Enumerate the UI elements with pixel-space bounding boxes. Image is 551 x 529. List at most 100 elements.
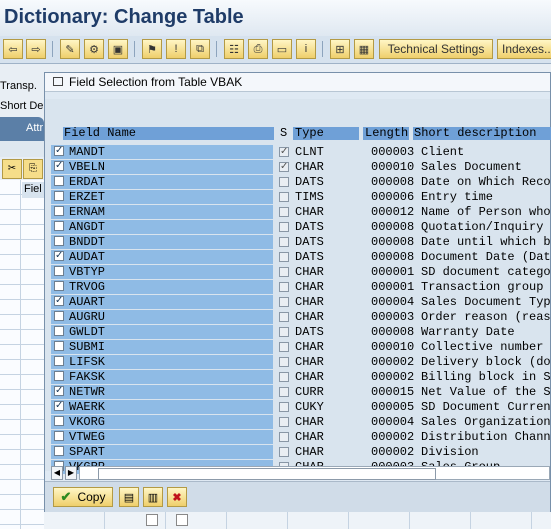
tab-attributes[interactable]: Attr (0, 117, 44, 141)
select-checkbox[interactable] (54, 431, 64, 441)
short-description-header[interactable]: Short description (413, 127, 551, 140)
table-row[interactable]: ✓ VBELN ✓ CHAR 000010 Sales Document (45, 160, 550, 175)
field-name-cell[interactable]: VKORG (51, 415, 273, 429)
field-name-cell[interactable]: ERZET (51, 190, 273, 204)
activate-icon[interactable]: ⚑ (142, 39, 162, 59)
select-checkbox[interactable] (54, 206, 64, 216)
technical-settings-button[interactable]: Technical Settings (379, 39, 493, 59)
field-name-cell[interactable]: LIFSK (51, 355, 273, 369)
field-name-header[interactable]: Field Name (63, 127, 274, 140)
field-name-cell[interactable]: FAKSK (51, 370, 273, 384)
info-icon[interactable]: i (296, 39, 316, 59)
field-name-cell[interactable]: ERNAM (51, 205, 273, 219)
select-checkbox[interactable]: ✓ (54, 296, 64, 307)
select-checkbox[interactable] (54, 311, 64, 321)
select-checkbox[interactable]: ✓ (54, 161, 64, 172)
field-name-cell[interactable]: ✓ NETWR (51, 385, 273, 399)
field-name-cell[interactable]: ✓ MANDT (51, 145, 273, 159)
window-icon[interactable]: ▭ (272, 39, 292, 59)
field-name-cell[interactable]: VTWEG (51, 430, 273, 444)
table-row[interactable]: ERNAM CHAR 000012 Name of Person who (45, 205, 551, 220)
table-row[interactable]: FAKSK CHAR 000002 Billing block in SD (45, 370, 551, 385)
copy-icon[interactable]: ⎘ (23, 159, 43, 179)
field-name-cell[interactable]: AUGRU (51, 310, 273, 324)
scroll-left-icon[interactable]: ◀ (51, 466, 63, 480)
table-row[interactable]: ERDAT DATS 000008 Date on Which Recor (45, 175, 551, 190)
cut-icon[interactable]: ✂ (2, 159, 22, 179)
table-row[interactable]: ✓ AUDAT DATS 000008 Document Date (Date (45, 250, 551, 265)
select-checkbox[interactable] (54, 446, 64, 456)
field-name: BNDDT (69, 235, 106, 249)
table-row[interactable]: ✓ AUART CHAR 000004 Sales Document Type (45, 295, 551, 310)
type-header[interactable]: Type (293, 127, 359, 140)
table-row[interactable]: ✓ MANDT ✓ CLNT 000003 Client (45, 145, 550, 160)
select-checkbox[interactable] (54, 281, 64, 291)
scroll-right-icon[interactable]: ▶ (65, 466, 77, 480)
table-row[interactable]: LIFSK CHAR 000002 Delivery block (doc (45, 355, 551, 370)
horizontal-scrollbar[interactable] (79, 466, 550, 480)
select-checkbox[interactable]: ✓ (54, 386, 64, 397)
where-used-icon[interactable]: ! (166, 39, 186, 59)
select-checkbox[interactable] (54, 191, 64, 201)
indexes-button[interactable]: Indexes... (497, 39, 551, 59)
field-name-cell[interactable]: ANGDT (51, 220, 273, 234)
select-checkbox[interactable] (54, 236, 64, 246)
table-row[interactable]: VTWEG CHAR 000002 Distribution Channe (45, 430, 551, 445)
table-row[interactable]: GWLDT DATS 000008 Warranty Date (45, 325, 550, 340)
select-checkbox[interactable] (54, 176, 64, 186)
select-checkbox[interactable] (54, 371, 64, 381)
table-row[interactable]: AUGRU CHAR 000003 Order reason (reaso (45, 310, 551, 325)
table-checkbox[interactable] (146, 514, 158, 526)
field-name-cell[interactable]: ✓ AUART (51, 295, 273, 309)
field-name-cell[interactable]: TRVOG (51, 280, 273, 294)
select-checkbox[interactable] (54, 356, 64, 366)
select-checkbox[interactable] (54, 416, 64, 426)
select-checkbox[interactable] (54, 221, 64, 231)
grid-icon[interactable]: ▦ (354, 39, 374, 59)
cancel-icon[interactable]: ✖ (167, 487, 187, 507)
field-name-cell[interactable]: VBTYP (51, 265, 273, 279)
scrollbar-thumb[interactable] (98, 468, 436, 480)
table-row[interactable]: ERZET TIMS 000006 Entry time (45, 190, 550, 205)
table-row[interactable]: SPART CHAR 000002 Division (45, 445, 550, 460)
field-name-cell[interactable]: GWLDT (51, 325, 273, 339)
table-row[interactable]: ANGDT DATS 000008 Quotation/Inquiry i (45, 220, 551, 235)
hierarchy-icon[interactable]: ⧉ (190, 39, 210, 59)
table-row[interactable]: BNDDT DATS 000008 Date until which bi (45, 235, 551, 250)
select-checkbox[interactable] (54, 266, 64, 276)
deselect-all-icon[interactable]: ▥ (143, 487, 163, 507)
object-list-icon[interactable]: ☷ (224, 39, 244, 59)
field-name-cell[interactable]: BNDDT (51, 235, 273, 249)
back-arrow-icon[interactable]: ⇦ (3, 39, 23, 59)
select-checkbox[interactable]: ✓ (54, 251, 64, 262)
length-header[interactable]: Length (363, 127, 409, 140)
table-checkbox[interactable] (176, 514, 188, 526)
field-name-cell[interactable]: SUBMI (51, 340, 273, 354)
copy-button[interactable]: ✔ Copy (53, 487, 113, 507)
field-description: Transaction group (421, 280, 544, 294)
s-header[interactable]: S (280, 127, 290, 140)
field-name: VBELN (69, 160, 106, 174)
other-object-icon[interactable]: ⚙ (84, 39, 104, 59)
select-checkbox[interactable]: ✓ (54, 146, 64, 157)
field-name-cell[interactable]: SPART (51, 445, 273, 459)
layout-icon[interactable]: ⊞ (330, 39, 350, 59)
select-checkbox[interactable]: ✓ (54, 401, 64, 412)
table-row[interactable]: VBTYP CHAR 000001 SD document categor (45, 265, 551, 280)
field-name-cell[interactable]: ✓ AUDAT (51, 250, 273, 264)
field-name-cell[interactable]: ✓ VBELN (51, 160, 273, 174)
table-row[interactable]: ✓ NETWR CURR 000015 Net Value of the Sa (45, 385, 551, 400)
select-checkbox[interactable] (54, 326, 64, 336)
select-all-icon[interactable]: ▤ (119, 487, 139, 507)
table-row[interactable]: SUBMI CHAR 000010 Collective number ( (45, 340, 551, 355)
select-checkbox[interactable] (54, 341, 64, 351)
table-row[interactable]: ✓ WAERK CUKY 000005 SD Document Currenc (45, 400, 551, 415)
print-icon[interactable]: ⎙ (248, 39, 268, 59)
field-name-cell[interactable]: ERDAT (51, 175, 273, 189)
display-change-icon[interactable]: ✎ (60, 39, 80, 59)
check-object-icon[interactable]: ▣ (108, 39, 128, 59)
forward-arrow-icon[interactable]: ⇨ (26, 39, 46, 59)
table-row[interactable]: TRVOG CHAR 000001 Transaction group (45, 280, 550, 295)
table-row[interactable]: VKORG CHAR 000004 Sales Organization (45, 415, 551, 430)
field-name-cell[interactable]: ✓ WAERK (51, 400, 273, 414)
